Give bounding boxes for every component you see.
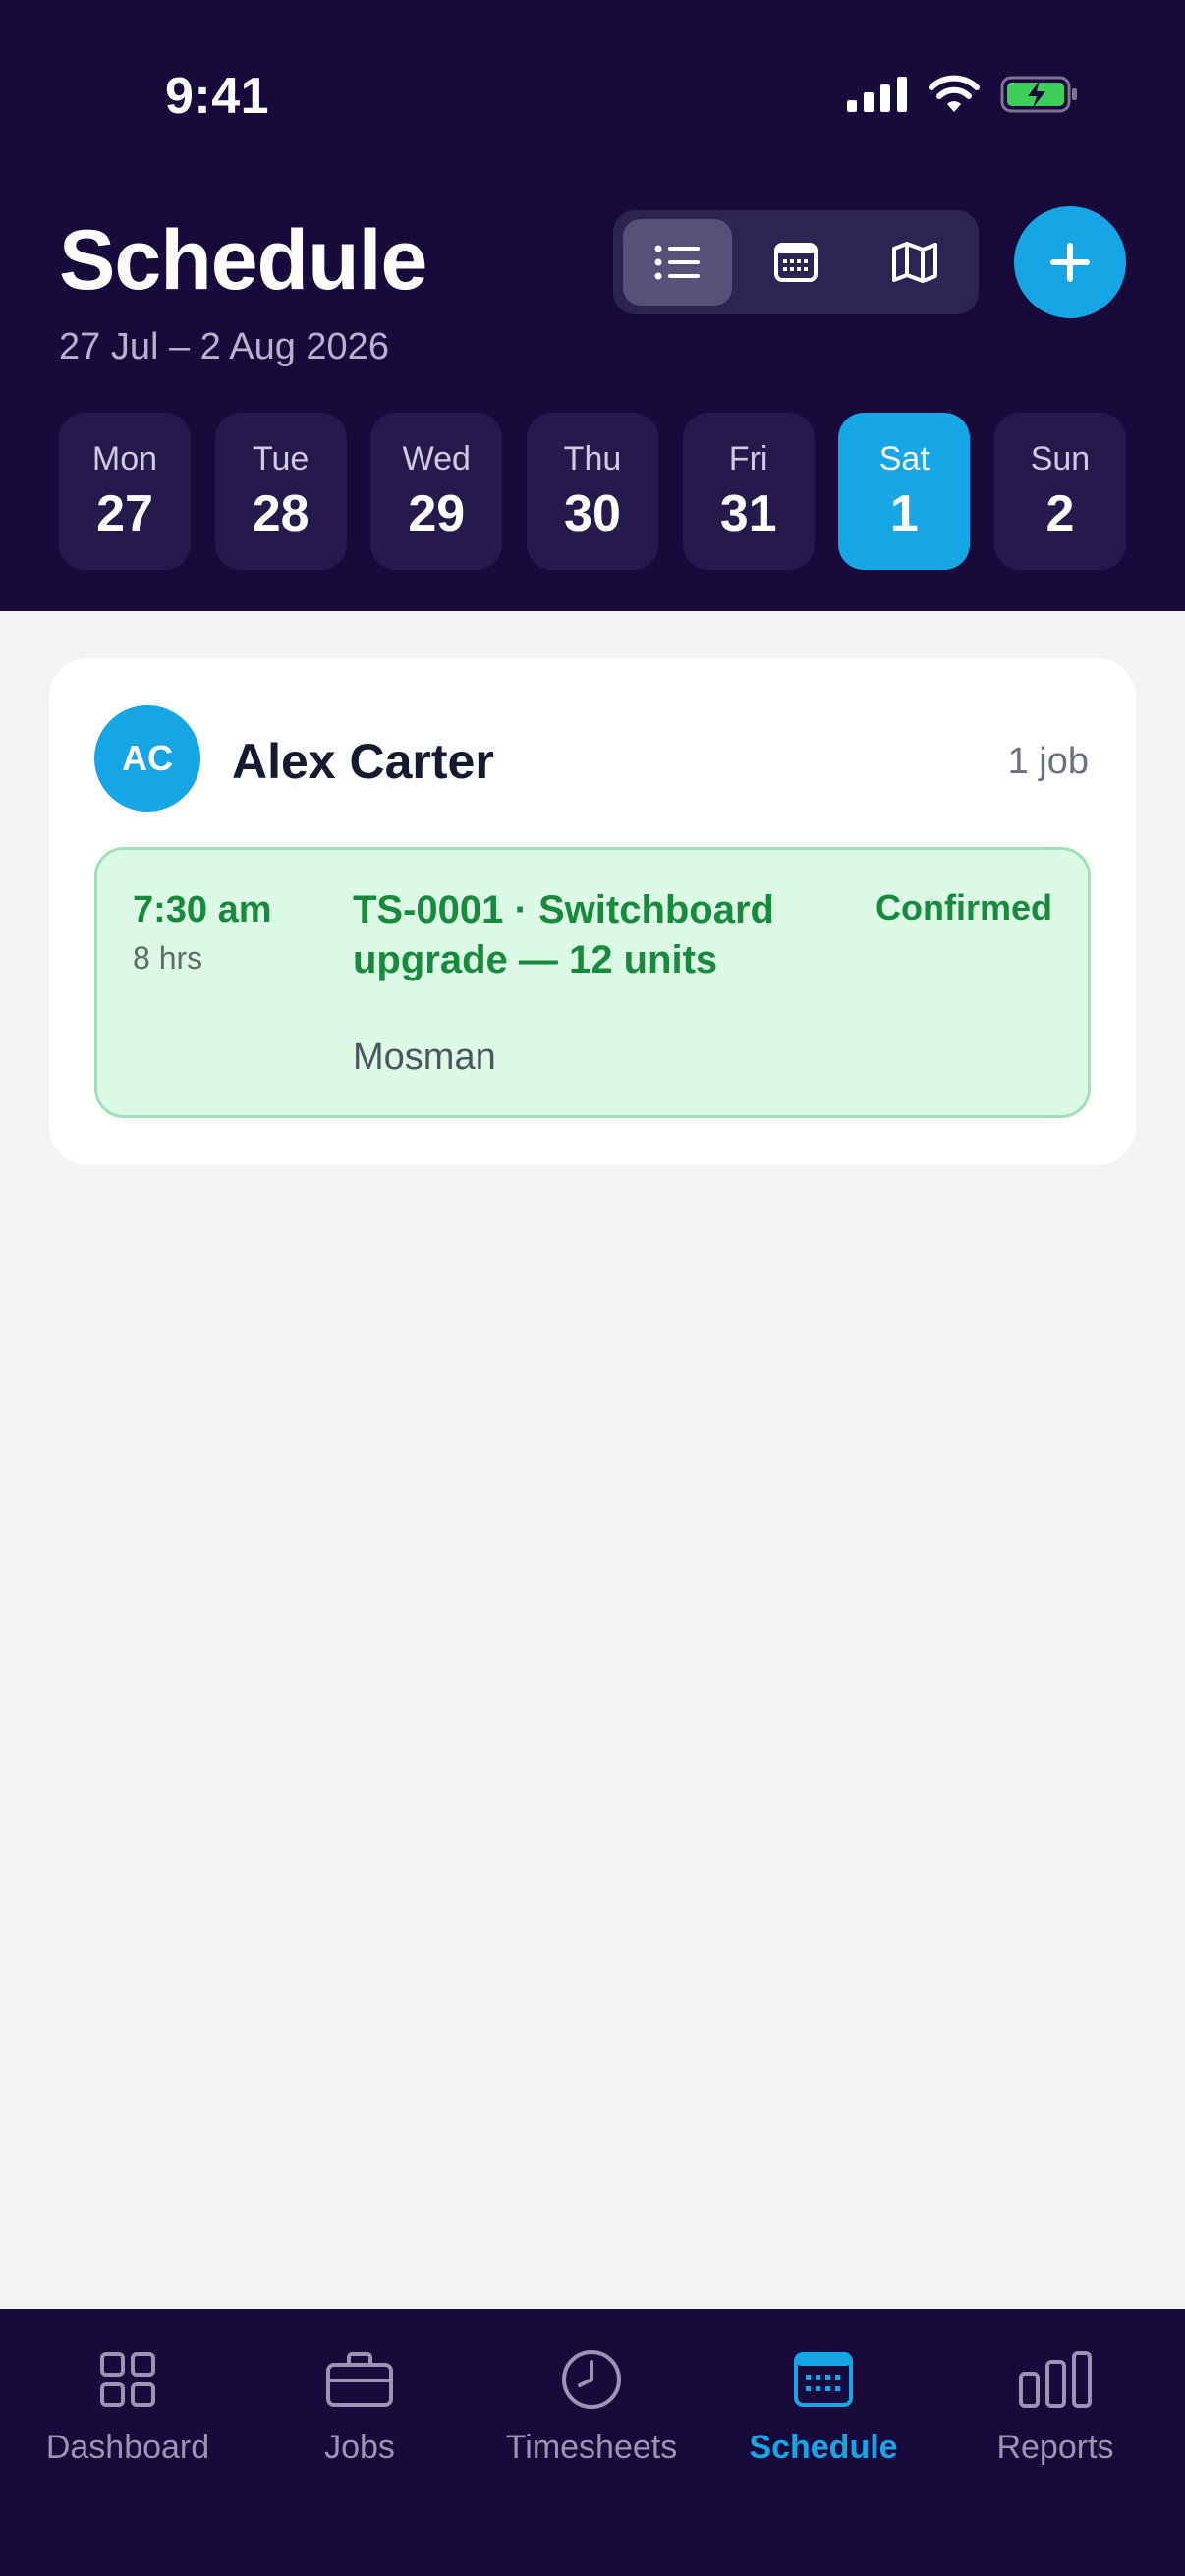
status-time: 9:41: [165, 68, 270, 125]
day-selector: Mon 27 Tue 28 Wed 29 Thu 30 Fri 31 Sat 1…: [59, 413, 1126, 570]
battery-charging-icon: [1000, 76, 1077, 113]
crew-name: Alex Carter: [232, 734, 494, 789]
nav-label: Timesheets: [505, 2429, 678, 2466]
day-name: Mon: [91, 439, 158, 477]
nav-schedule[interactable]: Schedule: [715, 2342, 931, 2467]
bar-chart-icon: [1019, 2351, 1092, 2408]
grid-icon: [100, 2352, 155, 2407]
day-name: Thu: [563, 439, 622, 477]
day-tue[interactable]: Tue 28: [214, 413, 347, 570]
map-icon: [891, 242, 937, 283]
job-location: Mosman: [353, 1036, 496, 1078]
day-fri[interactable]: Fri 31: [682, 413, 815, 570]
nav-label: Reports: [996, 2429, 1114, 2466]
job-title: TS-0001 · Switchboard upgrade — 12 units: [353, 888, 774, 981]
nav-dashboard[interactable]: Dashboard: [20, 2342, 236, 2467]
day-name: Wed: [402, 439, 471, 477]
clock-icon: [562, 2350, 621, 2409]
day-number: 27: [96, 484, 153, 542]
day-sat[interactable]: Sat 1: [838, 413, 971, 570]
day-wed[interactable]: Wed 29: [370, 413, 503, 570]
day-name: Tue: [252, 439, 310, 477]
list-icon: [654, 245, 701, 280]
day-name: Sat: [878, 439, 930, 477]
page-title: Schedule: [59, 213, 427, 308]
day-mon[interactable]: Mon 27: [59, 413, 191, 570]
day-number: 28: [252, 484, 310, 542]
job-duration: 8 hrs: [133, 940, 203, 976]
job-start-time: 7:30 am: [133, 889, 272, 930]
day-number: 31: [719, 484, 777, 542]
nav-label: Schedule: [749, 2429, 898, 2466]
list-view-button[interactable]: [623, 219, 732, 306]
day-name: Fri: [728, 439, 768, 477]
add-button[interactable]: [1014, 206, 1126, 318]
job-item[interactable]: 7:30 am 8 hrs TS-0001 · Switchboard upgr…: [94, 847, 1091, 1118]
day-name: Sun: [1030, 439, 1091, 477]
calendar-icon: [794, 2352, 853, 2407]
calendar-icon: [774, 243, 818, 282]
calendar-view-button[interactable]: [742, 219, 851, 306]
plus-icon: [1050, 243, 1090, 282]
job-count: 1 job: [1007, 741, 1089, 782]
status-icons: [847, 75, 1079, 114]
day-number: 29: [408, 484, 466, 542]
date-range: 27 Jul – 2 Aug 2026: [59, 326, 389, 367]
crew-card: AC Alex Carter 1 job 7:30 am 8 hrs TS-00…: [49, 658, 1136, 1165]
day-number: 2: [1045, 484, 1075, 542]
nav-timesheets[interactable]: Timesheets: [483, 2342, 700, 2467]
day-number: 1: [889, 484, 919, 542]
bottom-nav: Dashboard Jobs Timesheets Schedule Repor…: [0, 2309, 1185, 2576]
nav-label: Jobs: [324, 2429, 395, 2466]
day-sun[interactable]: Sun 2: [993, 413, 1126, 570]
view-toggle: [613, 210, 979, 314]
day-thu[interactable]: Thu 30: [526, 413, 658, 570]
day-number: 30: [564, 484, 621, 542]
map-view-button[interactable]: [860, 219, 969, 306]
job-status-badge: Confirmed: [875, 887, 1052, 927]
wifi-icon: [929, 75, 980, 112]
briefcase-icon: [326, 2352, 393, 2407]
avatar: AC: [94, 705, 200, 812]
nav-label: Dashboard: [45, 2429, 210, 2466]
header: 9:41 Schedule 27 Jul – 2 Aug 2026 Mon 27…: [0, 0, 1185, 611]
cellular-signal-icon: [847, 77, 907, 112]
nav-reports[interactable]: Reports: [947, 2342, 1163, 2467]
nav-jobs[interactable]: Jobs: [252, 2342, 468, 2467]
